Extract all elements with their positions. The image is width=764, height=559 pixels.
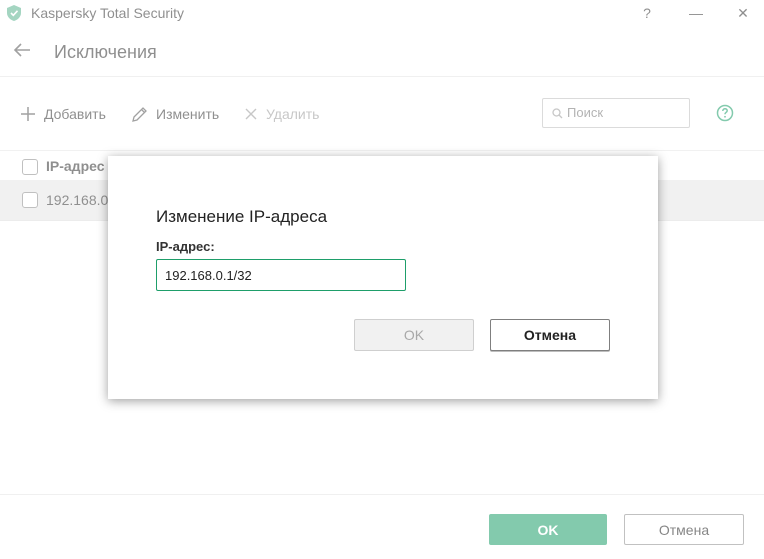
dialog-cancel-button[interactable]: Отмена <box>490 319 610 351</box>
edit-ip-dialog: Изменение IP-адреса IP-адрес: OK Отмена <box>108 156 658 399</box>
dialog-ok-button[interactable]: OK <box>354 319 474 351</box>
ip-field-label: IP-адрес: <box>156 239 215 254</box>
dialog-title: Изменение IP-адреса <box>156 207 328 226</box>
ip-address-field[interactable] <box>156 259 406 291</box>
